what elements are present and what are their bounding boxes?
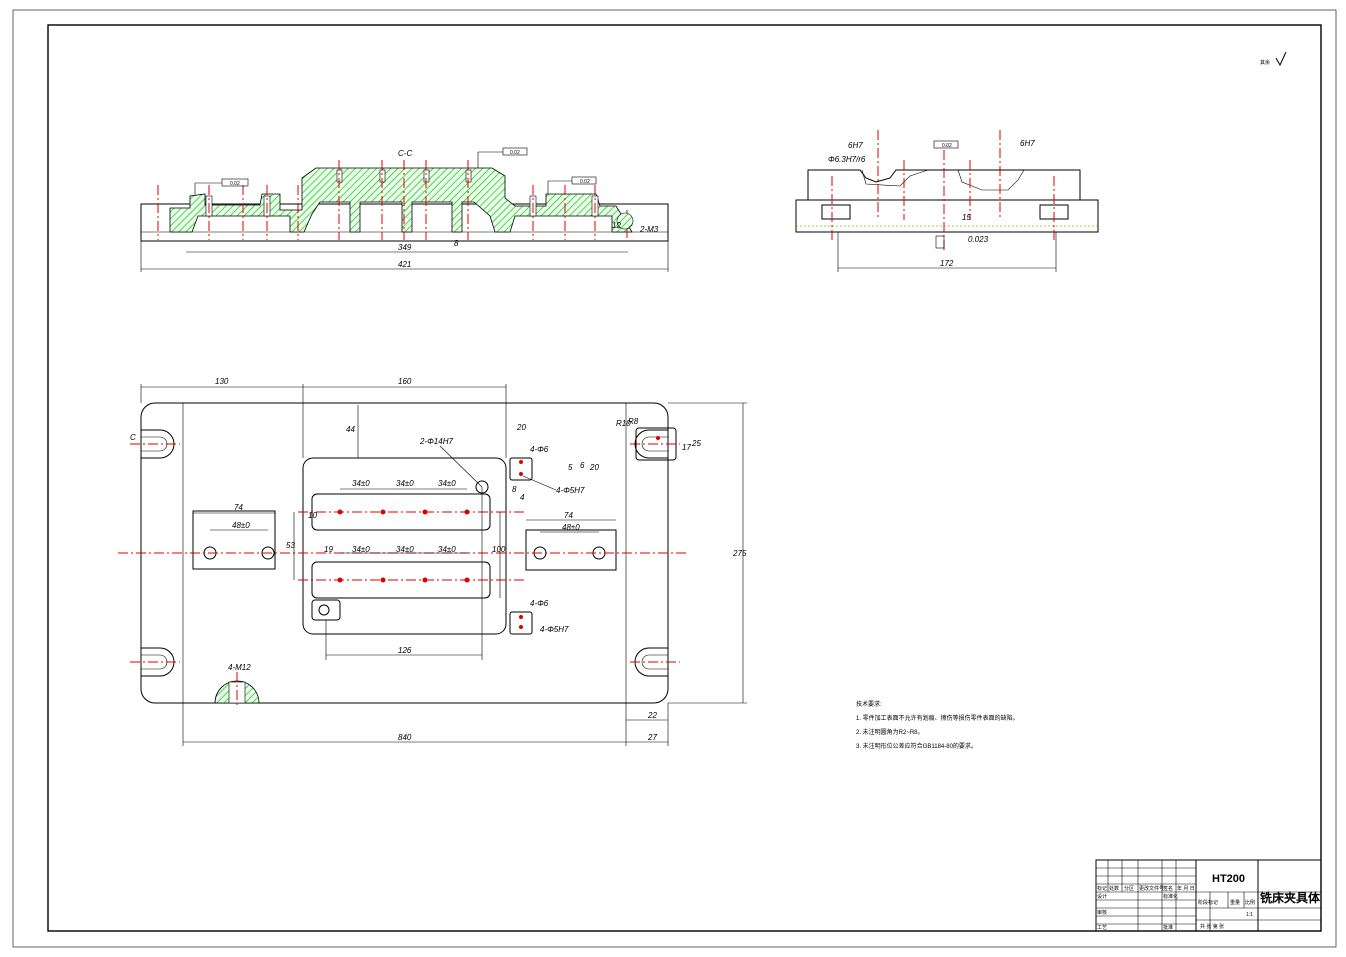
tb-approve: 批准: [1163, 924, 1173, 931]
plan-dim-25: 25: [691, 439, 701, 448]
plan-dim-19: 19: [324, 545, 333, 554]
tb-scale-value: 1:1: [1246, 912, 1253, 918]
sheet-inner-border: [47, 24, 1322, 932]
notes-line2: 2. 未注明圆角为R2~R8。: [856, 728, 924, 736]
section-dim-2m3: 2-M3: [639, 225, 659, 234]
section-dim-12: 12: [612, 221, 621, 230]
plan-dim-10: 10: [308, 511, 317, 520]
plan-dim-126: 126: [398, 646, 412, 655]
tb-sheet-info: 共 张 第 张: [1200, 923, 1224, 930]
side-view: 6H7 Φ6.3H7/r6 6H7 0.02 15 0.023 172: [795, 130, 1099, 272]
section-view-cc: C-C 0.02 0.02 0.02 2-M3 12 349 421 8: [140, 147, 669, 272]
technical-notes: 技术要求: 1. 零件加工表面不允许有划痕、擦伤等损伤零件表面的缺陷。 2. 未…: [856, 700, 1019, 750]
plan-dim-17: 17: [682, 443, 691, 452]
plan-dim-34-5: 34±0: [396, 545, 414, 554]
plan-dim-8: 8: [512, 485, 517, 494]
plan-dim-5: 5: [568, 463, 573, 472]
roughness-symbol-icon: [1275, 51, 1287, 67]
sheet-outer-border: [12, 9, 1337, 948]
section-dim-421: 421: [398, 260, 411, 269]
side-dim-15: 15: [962, 213, 971, 222]
plan-dim-44: 44: [346, 425, 355, 434]
side-dim-172: 172: [940, 259, 954, 268]
drawing-sheet: 其余 C-C 0.02 0.02 0.02 2-M3 12 349 421 8 …: [12, 9, 1337, 948]
plan-dim-53: 53: [286, 541, 295, 550]
tb-scale: 比例: [1245, 899, 1255, 906]
section-dim-349: 349: [398, 243, 412, 252]
plan-dim-22: 22: [647, 711, 657, 720]
side-fit-left2: Φ6.3H7/r6: [828, 155, 866, 164]
side-dim-093: 0.023: [968, 235, 989, 244]
tb-review: 审核: [1097, 909, 1107, 916]
plan-dim-74a: 74: [234, 503, 243, 512]
side-fit-left: 6H7: [848, 141, 863, 150]
tb-doc: 更改文件号: [1139, 885, 1164, 892]
notes-title: 技术要求:: [856, 700, 882, 708]
plan-m12: 4-M12: [228, 663, 251, 672]
plan-dim-27: 27: [647, 733, 657, 742]
plan-dim-34-6: 34±0: [438, 545, 456, 554]
plan-dim-6: 6: [580, 461, 585, 470]
plan-c-mark: C: [130, 433, 136, 442]
plan-hole-5a: 4-Φ5H7: [556, 486, 585, 495]
title-block: 标记 处数 分区 更改文件号 签名 年 月 日 设计 标准化 阶段标记 重量 比…: [1095, 859, 1322, 932]
notes-line1: 1. 零件加工表面不允许有划痕、擦伤等损伤零件表面的缺陷。: [856, 714, 1019, 722]
tb-sign: 签名: [1163, 885, 1173, 892]
plan-hole-6a: 4-Φ6: [530, 445, 549, 454]
tb-weight: 重量: [1230, 899, 1240, 906]
section-tol-2: 0.02: [510, 150, 520, 156]
tb-material: HT200: [1212, 873, 1245, 885]
tb-part-name: 铣床夹具体: [1260, 890, 1321, 905]
section-label: C-C: [398, 149, 412, 158]
plan-dim-34-3: 34±0: [438, 479, 456, 488]
section-tol-3: 0.02: [580, 179, 590, 185]
tb-design: 设计: [1097, 893, 1107, 900]
section-dim-8: 8: [454, 239, 459, 248]
plan-dim-100: 100: [492, 545, 506, 554]
plan-dim-74b: 74: [564, 511, 573, 520]
plan-dim-48b: 48±0: [562, 523, 580, 532]
tb-count: 处数: [1109, 885, 1119, 892]
plan-dim-130: 130: [215, 377, 229, 386]
plan-dim-34-2: 34±0: [396, 479, 414, 488]
plan-dim-20: 20: [516, 423, 526, 432]
plan-dim-275: 275: [732, 549, 747, 558]
tb-craft: 工艺: [1097, 925, 1107, 931]
plan-r8: R8: [628, 417, 639, 426]
tb-mark: 标记: [1097, 885, 1107, 892]
tb-date: 年 月 日: [1177, 885, 1195, 892]
plan-dim-34-1: 34±0: [352, 479, 370, 488]
plan-hole-6b: 4-Φ6: [530, 599, 549, 608]
plan-view: C 4-M12 130 160 44 20 2-Φ14H7 4-Φ6 4-Φ5H…: [118, 377, 747, 746]
tb-std: 标准化: [1163, 893, 1178, 900]
roughness-label: 其余: [1260, 59, 1270, 66]
tb-stage: 阶段标记: [1198, 899, 1218, 906]
side-tol: 0.02: [942, 143, 952, 149]
plan-hole-14: 2-Φ14H7: [419, 437, 453, 446]
section-tol-1: 0.02: [230, 181, 240, 187]
plan-dim-34-4: 34±0: [352, 545, 370, 554]
plan-dim-20b: 20: [589, 463, 599, 472]
plan-dim-4: 4: [520, 493, 525, 502]
notes-line3: 3. 未注明形位公差应符合GB1184-80的要求。: [856, 742, 977, 750]
tb-zone: 分区: [1124, 885, 1134, 892]
plan-dim-840: 840: [398, 733, 412, 742]
plan-hole-5b: 4-Φ5H7: [540, 625, 569, 634]
side-fit-right: 6H7: [1020, 139, 1035, 148]
plan-dim-48a: 48±0: [232, 521, 250, 530]
plan-dim-160: 160: [398, 377, 412, 386]
